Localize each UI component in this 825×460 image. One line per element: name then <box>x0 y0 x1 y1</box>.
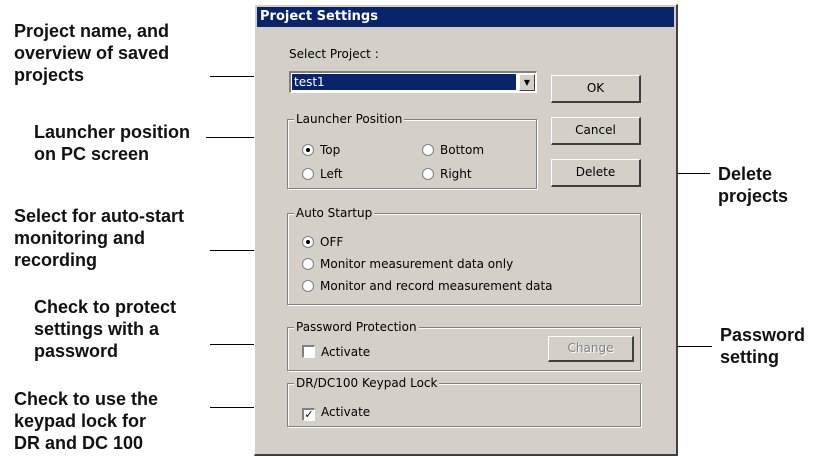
radio-bottom[interactable]: Bottom <box>422 142 484 158</box>
change-password-button[interactable]: Change <box>548 336 634 362</box>
callout-password-protect: Check to protect settings with a passwor… <box>34 297 177 361</box>
radio-monitor-record[interactable]: Monitor and record measurement data <box>302 278 553 294</box>
radio-icon <box>422 144 434 156</box>
cancel-button[interactable]: Cancel <box>551 117 641 145</box>
launcher-position-title: Launcher Position <box>294 112 405 126</box>
callout-launcher-position: Launcher position on PC screen <box>34 122 191 164</box>
callout-delete: Delete projects <box>718 164 789 206</box>
checkbox-icon <box>302 345 315 358</box>
ok-button[interactable]: OK <box>551 75 641 103</box>
keypad-lock-title: DR/DC100 Keypad Lock <box>294 376 440 390</box>
select-project-label: Select Project : <box>289 47 379 61</box>
radio-icon <box>302 280 314 292</box>
auto-startup-group: Auto Startup OFF Monitor measurement dat… <box>287 206 641 305</box>
radio-off[interactable]: OFF <box>302 234 343 250</box>
radio-icon <box>302 258 314 270</box>
radio-icon <box>422 168 434 180</box>
password-protection-title: Password Protection <box>294 320 419 334</box>
chevron-down-icon[interactable]: ▼ <box>519 74 535 91</box>
radio-icon <box>302 236 314 248</box>
delete-button[interactable]: Delete <box>551 159 641 187</box>
radio-icon <box>302 168 314 180</box>
callout-auto-startup: Select for auto-start monitoring and rec… <box>14 206 185 270</box>
radio-monitor-only[interactable]: Monitor measurement data only <box>302 256 513 272</box>
callout-password-setting: Password setting <box>720 325 806 367</box>
project-select[interactable]: test1 ▼ <box>289 71 537 93</box>
dialog-titlebar[interactable]: Project Settings <box>257 7 674 27</box>
radio-left[interactable]: Left <box>302 166 343 182</box>
radio-icon <box>302 144 314 156</box>
radio-right[interactable]: Right <box>422 166 472 182</box>
keypad-lock-group: DR/DC100 Keypad Lock ✓ Activate <box>287 376 641 427</box>
launcher-position-group: Launcher Position Top Bottom Left Right <box>287 112 537 189</box>
project-select-value: test1 <box>292 74 516 90</box>
auto-startup-title: Auto Startup <box>294 206 375 220</box>
checkbox-icon: ✓ <box>302 408 315 421</box>
callout-project-name: Project name, and overview of saved proj… <box>14 21 170 85</box>
password-activate-checkbox[interactable]: Activate <box>302 344 370 360</box>
keypad-activate-checkbox[interactable]: ✓ Activate <box>302 404 370 421</box>
callout-keypad-lock: Check to use the keypad lock for DR and … <box>14 389 159 453</box>
radio-top[interactable]: Top <box>302 142 340 158</box>
password-protection-group: Password Protection Activate Change <box>287 320 641 371</box>
project-settings-dialog: Project Settings Select Project : test1 … <box>254 4 678 456</box>
